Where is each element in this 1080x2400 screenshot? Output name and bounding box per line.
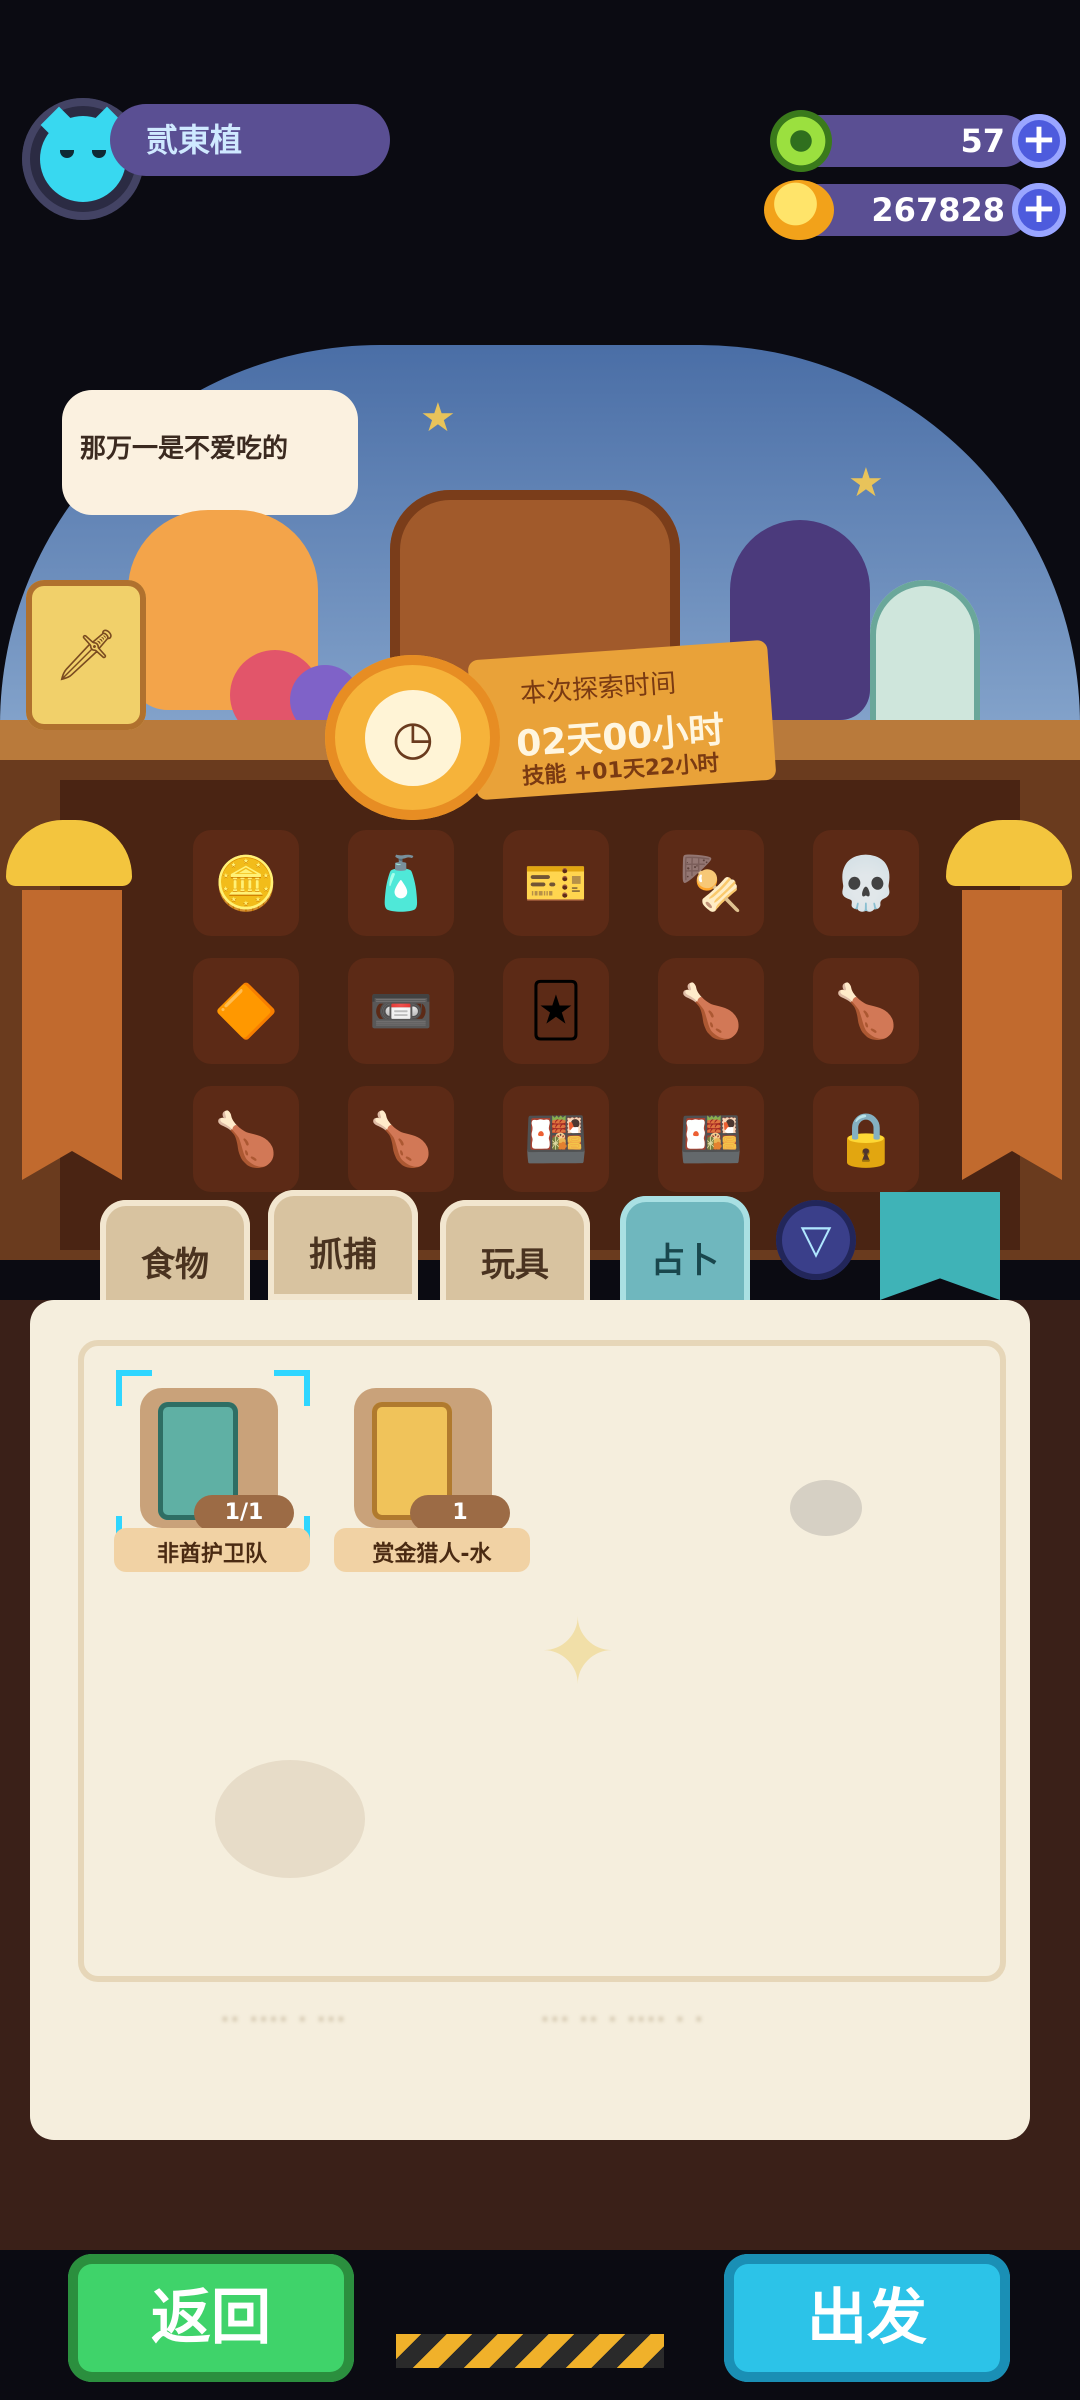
slot-card-icon[interactable]: 🃏 <box>503 958 609 1064</box>
tab-divination[interactable]: 占卜 <box>620 1196 750 1306</box>
slot-cassette-icon[interactable]: 📼 <box>348 958 454 1064</box>
item-label: 赏金猎人-水 <box>372 1542 492 1567</box>
slot-chicken-bucket-icon[interactable]: 🍗 <box>813 958 919 1064</box>
blurred-hint: ··· ·· · ···· · · <box>540 2005 704 2035</box>
tab-capture[interactable]: 抓捕 <box>268 1190 418 1300</box>
add-gold-button[interactable]: + <box>1012 183 1066 237</box>
clock-icon: ◷ <box>365 690 461 786</box>
selection-corner <box>274 1370 310 1406</box>
item-qty: 1 <box>452 1500 468 1525</box>
slot-lunchbox-icon[interactable]: 🍱 <box>658 1086 764 1192</box>
bookmark-flag-icon[interactable] <box>880 1192 1000 1300</box>
planet-icon <box>790 1480 862 1536</box>
star-icon: ★ <box>848 460 884 506</box>
coin-count: 57 <box>960 122 1005 160</box>
slot-bottle-icon[interactable]: 🧴 <box>348 830 454 936</box>
filter-button[interactable]: ▽ <box>776 1200 856 1280</box>
speech-text: 那万一是不爱吃的 <box>80 434 289 464</box>
slot-amber-icon[interactable]: 🔶 <box>193 958 299 1064</box>
slot-chicken-bucket-icon[interactable]: 🍗 <box>658 958 764 1064</box>
slot-chicken-bucket-icon[interactable]: 🍗 <box>193 1086 299 1192</box>
sparkle-icon: ✦ <box>540 1600 616 1705</box>
hanging-banner-right <box>962 890 1062 1180</box>
gold-count: 267828 <box>871 191 1005 229</box>
tab-toys[interactable]: 玩具 <box>440 1200 590 1310</box>
slot-chicken-bucket-icon[interactable]: 🍗 <box>348 1086 454 1192</box>
player-name: 贰東植 <box>146 121 243 159</box>
hazard-stripe <box>396 2334 664 2368</box>
slot-lock-icon[interactable]: 🔒 <box>813 1086 919 1192</box>
star-icon: ★ <box>420 395 456 441</box>
green-coin-icon <box>770 110 832 172</box>
slot-coin-icon[interactable]: 🪙 <box>193 830 299 936</box>
item-qty: 1/1 <box>224 1500 264 1525</box>
slot-skewer-icon[interactable]: 🍢 <box>658 830 764 936</box>
item-label: 非酋护卫队 <box>156 1542 267 1567</box>
sword-card-icon[interactable]: 🗡 <box>26 580 146 730</box>
rocket-icon <box>870 580 980 740</box>
tab-food[interactable]: 食物 <box>100 1200 250 1310</box>
slot-skull-icon[interactable]: 💀 <box>813 830 919 936</box>
planet-icon <box>215 1760 365 1878</box>
blurred-hint: ·· ···· · ··· <box>220 2005 346 2035</box>
back-button[interactable]: 返回 <box>68 2254 354 2382</box>
slot-ticket-icon[interactable]: 🎫 <box>503 830 609 936</box>
hanging-banner-left <box>22 890 122 1180</box>
add-coins-button[interactable]: + <box>1012 114 1066 168</box>
depart-button[interactable]: 出发 <box>724 2254 1010 2382</box>
gold-planet-icon <box>764 180 834 240</box>
slot-lunchbox-icon[interactable]: 🍱 <box>503 1086 609 1192</box>
